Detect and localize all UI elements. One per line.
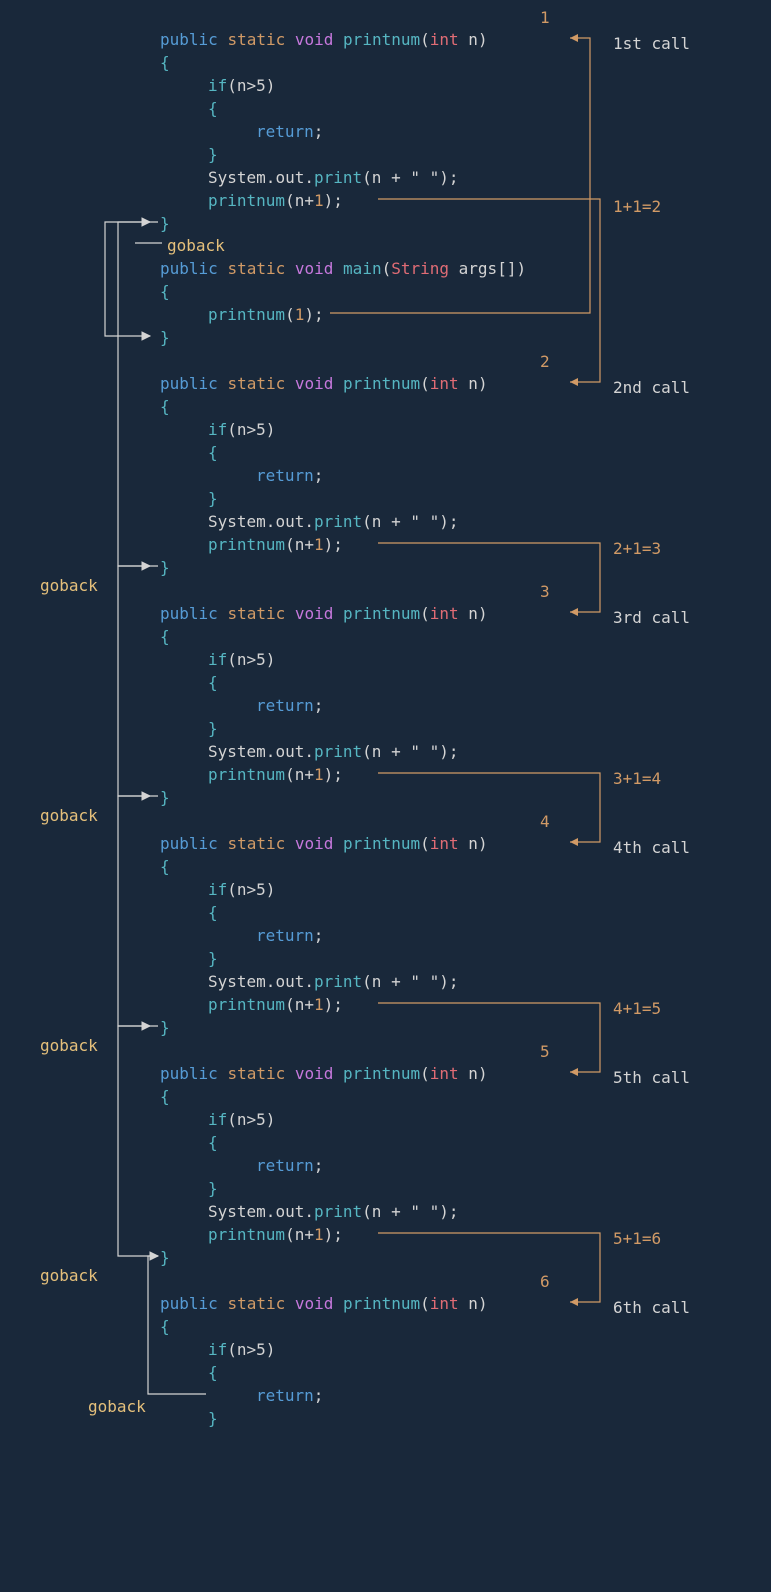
brace: { (208, 901, 218, 924)
print-3: System.out.print(n + " "); (208, 740, 459, 763)
goback-5: goback (40, 1264, 98, 1287)
brace: } (160, 212, 170, 235)
goback-2: goback (40, 574, 98, 597)
sig-3: public static void printnum(int n) (160, 602, 488, 625)
return-6: return; (256, 1384, 323, 1407)
eq-3: 3+1=4 (613, 767, 661, 790)
eq-4: 4+1=5 (613, 997, 661, 1020)
if-4: if(n>5) (208, 878, 275, 901)
goback-3: goback (40, 804, 98, 827)
brace: { (160, 855, 170, 878)
print-4: System.out.print(n + " "); (208, 970, 459, 993)
call-num-1: 1 (540, 6, 550, 29)
return-1: return; (256, 120, 323, 143)
goback-main: goback (167, 234, 225, 257)
sig-5: public static void printnum(int n) (160, 1062, 488, 1085)
call-label-3: 3rd call (613, 606, 690, 629)
call-label-4: 4th call (613, 836, 690, 859)
brace: { (208, 441, 218, 464)
call-num-5: 5 (540, 1040, 550, 1063)
recurse-1: printnum(n+1); (208, 189, 343, 212)
if-3: if(n>5) (208, 648, 275, 671)
main-call: printnum(1); (208, 303, 324, 326)
brace: } (160, 556, 170, 579)
eq-2: 2+1=3 (613, 537, 661, 560)
brace: } (208, 1177, 218, 1200)
brace: { (160, 625, 170, 648)
goback-6: goback (88, 1395, 146, 1418)
return-4: return; (256, 924, 323, 947)
eq-1: 1+1=2 (613, 195, 661, 218)
call-num-2: 2 (540, 350, 550, 373)
brace: } (208, 143, 218, 166)
brace: { (160, 1315, 170, 1338)
brace: } (208, 487, 218, 510)
brace: } (160, 786, 170, 809)
brace: { (160, 395, 170, 418)
brace: { (160, 51, 170, 74)
return-5: return; (256, 1154, 323, 1177)
print-1: System.out.print(n + " "); (208, 166, 459, 189)
brace: { (160, 280, 170, 303)
recurse-3: printnum(n+1); (208, 763, 343, 786)
goback-4: goback (40, 1034, 98, 1057)
call-num-6: 6 (540, 1270, 550, 1293)
print-2: System.out.print(n + " "); (208, 510, 459, 533)
return-2: return; (256, 464, 323, 487)
brace: { (208, 97, 218, 120)
brace: { (208, 1361, 218, 1384)
call-num-4: 4 (540, 810, 550, 833)
brace: } (160, 1246, 170, 1269)
brace: } (160, 1016, 170, 1039)
call-label-1: 1st call (613, 32, 690, 55)
eq-5: 5+1=6 (613, 1227, 661, 1250)
recurse-5: printnum(n+1); (208, 1223, 343, 1246)
if-2: if(n>5) (208, 418, 275, 441)
call-label-2: 2nd call (613, 376, 690, 399)
brace: { (208, 671, 218, 694)
recurse-2: printnum(n+1); (208, 533, 343, 556)
arrow-overlay (0, 0, 771, 1592)
if-1: if(n>5) (208, 74, 275, 97)
recursion-diagram: { "method_sig": { "public": "public", "s… (0, 0, 771, 1592)
return-3: return; (256, 694, 323, 717)
call-num-3: 3 (540, 580, 550, 603)
sig-1: public static void printnum(int n) (160, 28, 488, 51)
print-5: System.out.print(n + " "); (208, 1200, 459, 1223)
brace: { (160, 1085, 170, 1108)
main-sig: public static void main(String args[]) (160, 257, 526, 280)
brace: } (160, 326, 170, 349)
sig-2: public static void printnum(int n) (160, 372, 488, 395)
if-5: if(n>5) (208, 1108, 275, 1131)
call-label-5: 5th call (613, 1066, 690, 1089)
call-label-6: 6th call (613, 1296, 690, 1319)
sig-4: public static void printnum(int n) (160, 832, 488, 855)
brace: } (208, 947, 218, 970)
recurse-4: printnum(n+1); (208, 993, 343, 1016)
brace: } (208, 1407, 218, 1430)
if-6: if(n>5) (208, 1338, 275, 1361)
brace: { (208, 1131, 218, 1154)
sig-6: public static void printnum(int n) (160, 1292, 488, 1315)
brace: } (208, 717, 218, 740)
